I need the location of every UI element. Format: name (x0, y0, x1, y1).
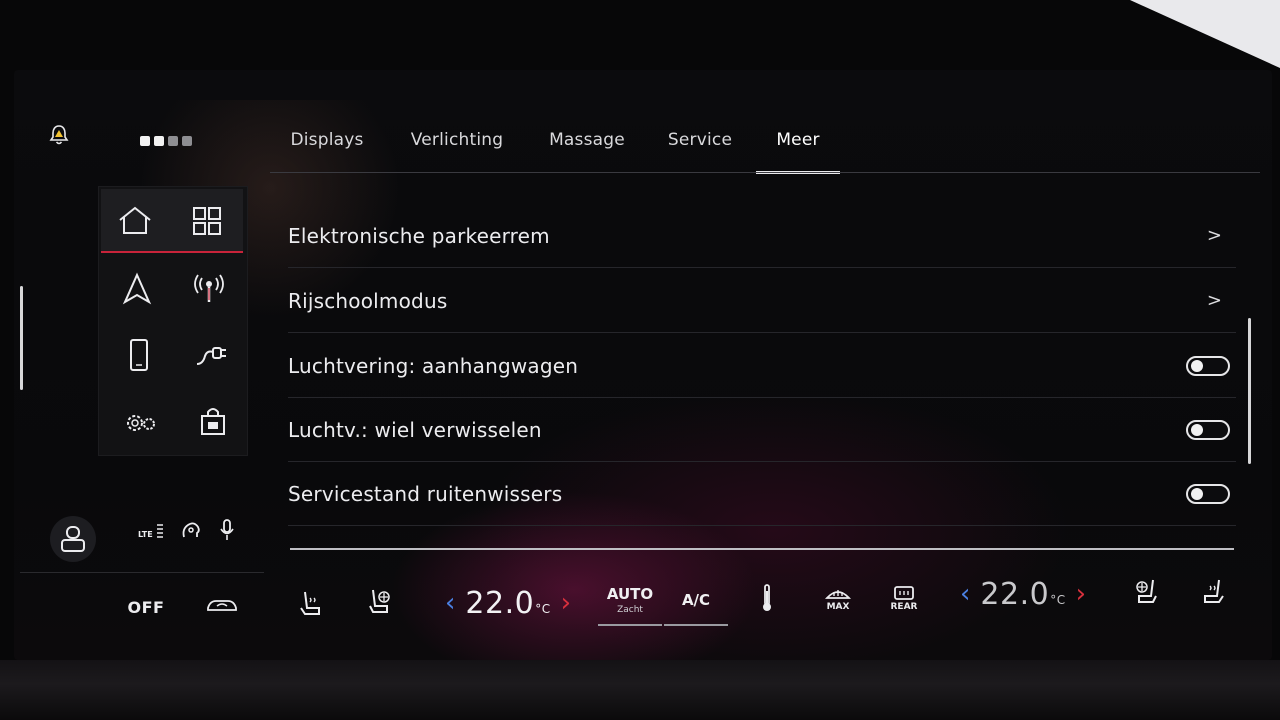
climate-off-button[interactable]: OFF (122, 592, 170, 622)
toggle-knob (1191, 487, 1203, 500)
setting-row-wiper-service: Servicestand ruitenwissers (288, 462, 1236, 526)
temp-decrease-icon[interactable]: ‹ (960, 579, 970, 609)
front-defrost-icon (825, 590, 851, 599)
auto-sub-label: Zacht (617, 605, 643, 615)
seat-ventilation-icon (1136, 579, 1157, 603)
tab-verlichting[interactable]: Verlichting (402, 122, 512, 174)
charging-plug-icon[interactable] (183, 327, 239, 383)
right-temperature: 22.0 °C (980, 577, 1065, 612)
dashboard-trim (0, 660, 1280, 720)
air-recirculation-button[interactable] (200, 590, 244, 622)
right-temperature-control[interactable]: ‹ 22.0 °C › (958, 574, 1088, 614)
app-launcher (98, 186, 248, 456)
temp-increase-icon[interactable]: › (1076, 579, 1086, 609)
ac-label: A/C (681, 591, 711, 609)
chevron-right-icon: > (1206, 290, 1222, 311)
tab-divider (270, 172, 1260, 173)
setting-label: Elektronische parkeerrem (288, 223, 550, 248)
radio-antenna-icon[interactable] (181, 261, 237, 317)
car-settings-icon[interactable] (113, 395, 169, 451)
right-seat-heat-button[interactable] (1194, 572, 1232, 612)
tab-label: Service (667, 130, 733, 150)
side-scroll-indicator (20, 286, 23, 390)
car-recirculation-icon (207, 600, 237, 611)
page-indicator (140, 136, 192, 146)
seat-heating-icon (1204, 579, 1224, 603)
tab-meer[interactable]: Meer (756, 122, 840, 174)
left-temperature: 22.0 °C (465, 586, 550, 621)
seat-heating-icon (300, 591, 320, 615)
left-seat-heat-button[interactable] (292, 584, 330, 624)
rear-defrost-icon (894, 586, 914, 600)
setting-row-air-suspension-trailer: Luchtvering: aanhangwagen (288, 334, 1236, 398)
wiper-service-toggle[interactable] (1186, 483, 1230, 504)
max-defrost-button[interactable]: MAX (818, 576, 858, 620)
auto-climate-button[interactable]: AUTO Zacht (598, 574, 662, 626)
list-divider (290, 548, 1234, 550)
tab-massage[interactable]: Massage (544, 122, 630, 174)
toggle-knob (1191, 359, 1203, 372)
seat-ventilation-icon (369, 589, 390, 613)
lte-signal-icon: LTE (138, 521, 165, 539)
voice-assistant-icon (182, 522, 200, 538)
status-icons: LTE (138, 518, 235, 542)
page-dot (168, 136, 178, 146)
tab-service[interactable]: Service (662, 122, 738, 174)
toggle-knob (1191, 423, 1203, 436)
ac-underline (664, 624, 728, 626)
rear-defrost-button[interactable]: REAR (884, 576, 924, 620)
navigation-icon[interactable] (109, 261, 165, 317)
tab-displays[interactable]: Displays (282, 122, 372, 174)
list-scrollbar[interactable] (1248, 318, 1251, 464)
wheel-change-toggle[interactable] (1186, 419, 1230, 440)
tab-label: Meer (776, 130, 820, 150)
notification-bell-icon[interactable] (44, 120, 74, 150)
left-temperature-control[interactable]: ‹ 22.0 °C › (440, 580, 576, 626)
temp-decrease-icon[interactable]: ‹ (445, 588, 455, 618)
all-apps-icon[interactable] (179, 193, 235, 249)
auto-label: AUTO (606, 585, 654, 603)
network-label: LTE (138, 530, 153, 539)
setting-label: Servicestand ruitenwissers (288, 481, 563, 506)
phone-icon[interactable] (111, 327, 167, 383)
rear-label: REAR (890, 602, 918, 612)
setting-label: Luchtv.: wiel verwisselen (288, 417, 542, 442)
temp-unit: °C (535, 601, 551, 616)
page-dot (154, 136, 164, 146)
chevron-right-icon: > (1206, 225, 1222, 246)
air-suspension-trailer-toggle[interactable] (1186, 355, 1230, 376)
setting-label: Rijschoolmodus (288, 288, 448, 313)
shop-bag-icon[interactable] (185, 393, 241, 449)
setting-row-parking-brake[interactable]: Elektronische parkeerrem > (288, 204, 1236, 268)
left-temp-value: 22.0 (465, 585, 535, 621)
tab-label: Verlichting (410, 130, 504, 150)
user-icon (61, 526, 85, 552)
right-temp-value: 22.0 (980, 576, 1050, 612)
setting-row-wheel-change: Luchtv.: wiel verwisselen (288, 398, 1236, 462)
max-label: MAX (826, 602, 850, 612)
temp-unit: °C (1050, 592, 1066, 607)
page-dot (182, 136, 192, 146)
setting-row-driving-school-mode[interactable]: Rijschoolmodus > (288, 269, 1236, 333)
user-profile-button[interactable] (50, 516, 96, 562)
temp-increase-icon[interactable]: › (561, 588, 571, 618)
ac-button[interactable]: A/C (664, 574, 728, 626)
tab-bar: Displays Verlichting Massage Service Mee… (270, 122, 1260, 174)
climate-bar: OFF ‹ 22.0 °C › AUTO Zacht A/C MAX REAR … (0, 570, 1280, 650)
tab-label: Massage (549, 130, 625, 150)
off-label: OFF (127, 597, 165, 617)
climate-temperature-button[interactable] (752, 578, 782, 618)
page-dot (140, 136, 150, 146)
tab-label: Displays (290, 130, 364, 150)
setting-label: Luchtvering: aanhangwagen (288, 353, 579, 378)
auto-underline (598, 624, 662, 626)
right-seat-ventilation-button[interactable] (1126, 572, 1164, 612)
microphone-icon (220, 519, 234, 540)
home-icon[interactable] (107, 193, 163, 249)
left-seat-ventilation-button[interactable] (362, 582, 400, 622)
thermometer-icon (763, 584, 771, 611)
